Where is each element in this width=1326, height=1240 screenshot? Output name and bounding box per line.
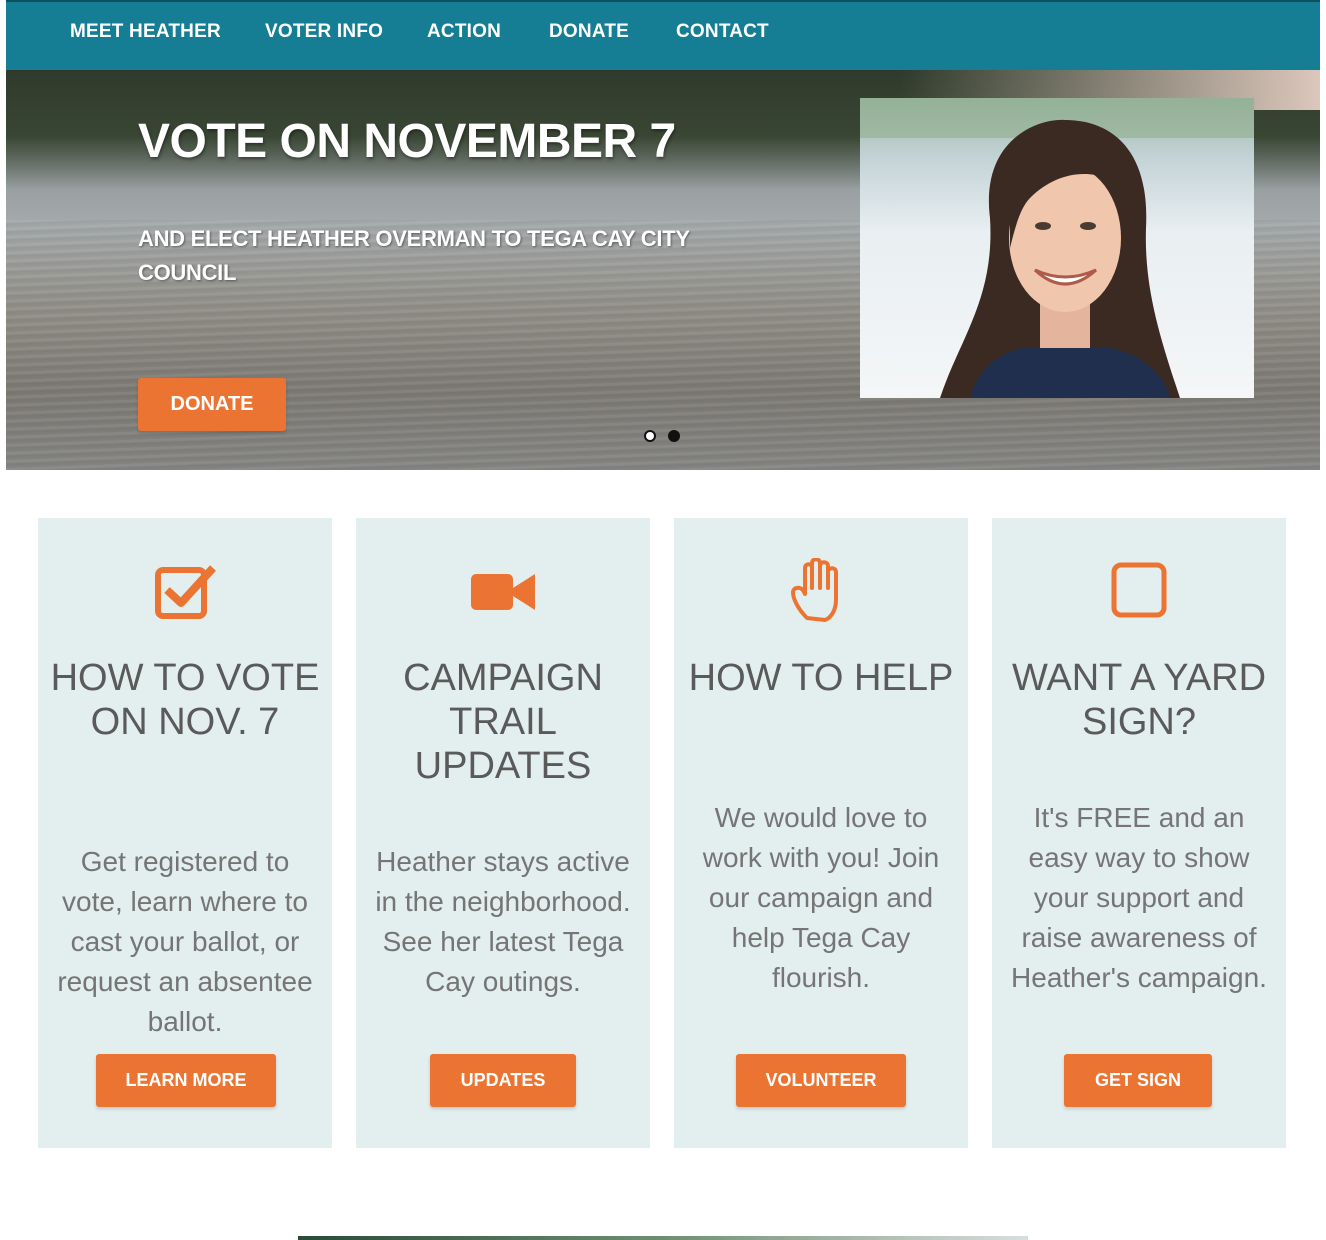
volunteer-button[interactable]: VOLUNTEER	[736, 1054, 906, 1107]
candidate-photo	[860, 98, 1254, 398]
card-how-to-help: HOW TO HELP We would love to work with y…	[674, 518, 968, 1148]
nav-contact[interactable]: CONTACT	[676, 21, 769, 43]
card-title: HOW TO VOTE ON NOV. 7	[50, 657, 320, 743]
nav-voter-info[interactable]: VOTER INFO	[265, 21, 383, 43]
updates-button[interactable]: UPDATES	[430, 1054, 576, 1107]
get-sign-button[interactable]: GET SIGN	[1064, 1054, 1212, 1107]
card-campaign-updates: CAMPAIGN TRAIL UPDATES Heather stays act…	[356, 518, 650, 1148]
card-title: HOW TO HELP	[688, 657, 954, 699]
page: MEET HEATHER VOTER INFO ACTION DONATE CO…	[6, 0, 1320, 1240]
checkbox-checked-icon	[155, 565, 216, 619]
video-camera-icon	[471, 574, 535, 610]
learn-more-button[interactable]: LEARN MORE	[96, 1054, 276, 1107]
hero-title: VOTE ON NOVEMBER 7	[138, 115, 676, 168]
slide-2-dot[interactable]	[668, 430, 680, 442]
slide-1-dot[interactable]	[644, 430, 656, 442]
card-description: We would love to work with you! Join our…	[702, 802, 940, 993]
card-description: Get registered to vote, learn where to c…	[57, 846, 313, 1037]
card-title: CAMPAIGN TRAIL UPDATES	[403, 657, 603, 787]
slider-pagination	[642, 430, 692, 446]
card-description: It's FREE and an easy way to show your s…	[1011, 802, 1267, 993]
hero-donate-button[interactable]: DONATE	[138, 378, 286, 431]
card-yard-sign: WANT A YARD SIGN? It's FREE and an easy …	[992, 518, 1286, 1148]
hero-slider: VOTE ON NOVEMBER 7 AND ELECT HEATHER OVE…	[6, 70, 1320, 470]
top-navigation: MEET HEATHER VOTER INFO ACTION DONATE CO…	[6, 0, 1320, 70]
hero-subtitle: AND ELECT HEATHER OVERMAN TO TEGA CAY CI…	[138, 226, 690, 285]
nav-action[interactable]: ACTION	[427, 21, 501, 43]
card-how-to-vote: HOW TO VOTE ON NOV. 7 Get registered to …	[38, 518, 332, 1148]
card-title: WANT A YARD SIGN?	[1011, 657, 1267, 743]
square-icon	[1111, 562, 1167, 618]
nav-donate[interactable]: DONATE	[549, 21, 629, 43]
next-section-image-edge	[298, 1236, 1028, 1240]
candidate-portrait-icon	[860, 98, 1254, 398]
card-description: Heather stays active in the neighborhood…	[375, 846, 631, 997]
nav-meet-heather[interactable]: MEET HEATHER	[70, 21, 221, 43]
hand-icon	[791, 558, 838, 622]
